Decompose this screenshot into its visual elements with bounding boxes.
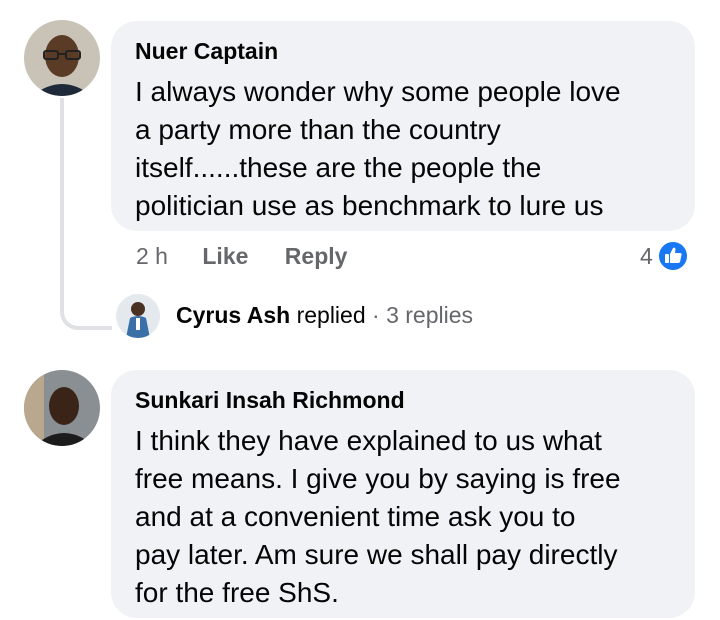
- comment-author[interactable]: Nuer Captain: [135, 37, 671, 65]
- comment-author[interactable]: Sunkari Insah Richmond: [135, 386, 671, 414]
- dot-separator: ·: [372, 302, 380, 328]
- commenter-avatar[interactable]: [24, 370, 100, 446]
- comment-actions: 2 h Like Reply: [136, 243, 347, 270]
- comment-timestamp[interactable]: 2 h: [136, 243, 168, 269]
- commenter-avatar[interactable]: [24, 20, 100, 96]
- comment-bubble: Sunkari Insah Richmond I think they have…: [111, 370, 695, 618]
- reply-button[interactable]: Reply: [285, 243, 348, 269]
- view-replies-link[interactable]: Cyrus Ash replied · 3 replies: [176, 302, 473, 329]
- replied-label: replied: [296, 302, 366, 328]
- thread-connector-line: [60, 98, 112, 330]
- reaction-summary[interactable]: 4: [640, 240, 689, 272]
- like-button[interactable]: Like: [202, 243, 248, 269]
- replier-name: Cyrus Ash: [176, 302, 291, 328]
- comment-text: I always wonder why some people love a p…: [135, 76, 621, 221]
- replier-avatar[interactable]: [116, 294, 160, 338]
- comment-text: I think they have explained to us what f…: [135, 425, 621, 608]
- comment-bubble: Nuer Captain I always wonder why some pe…: [111, 21, 695, 231]
- reaction-count: 4: [640, 242, 653, 269]
- like-thumb-icon: [656, 240, 689, 272]
- reply-count: 3 replies: [386, 302, 474, 328]
